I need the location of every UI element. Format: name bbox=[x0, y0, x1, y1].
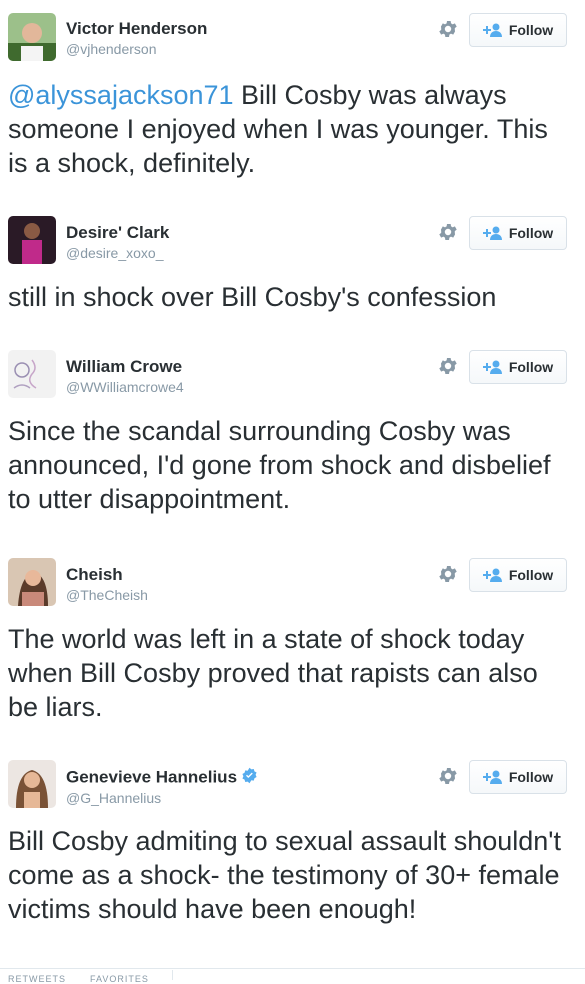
follow-label: Follow bbox=[508, 225, 554, 241]
gear-icon[interactable] bbox=[437, 221, 459, 243]
follow-button[interactable]: Follow bbox=[469, 350, 567, 384]
follow-label: Follow bbox=[508, 567, 554, 583]
avatar[interactable] bbox=[8, 760, 56, 808]
follow-label: Follow bbox=[508, 769, 554, 785]
user-name[interactable]: Cheish bbox=[66, 565, 123, 585]
follow-icon bbox=[482, 23, 502, 37]
follow-button[interactable]: Follow bbox=[469, 13, 567, 47]
user-name[interactable]: Victor Henderson bbox=[66, 19, 207, 39]
user-handle[interactable]: @G_Hannelius bbox=[66, 790, 161, 806]
follow-icon bbox=[482, 568, 502, 582]
follow-button[interactable]: Follow bbox=[469, 760, 567, 794]
mention-link[interactable]: @alyssajackson71 bbox=[8, 80, 234, 110]
gear-icon[interactable] bbox=[437, 18, 459, 40]
gear-icon[interactable] bbox=[437, 765, 459, 787]
tweet-text: Bill Cosby admiting to sexual assault sh… bbox=[8, 826, 561, 924]
footer-separator bbox=[172, 970, 173, 980]
user-name[interactable]: Genevieve Hannelius bbox=[66, 767, 258, 789]
user-handle[interactable]: @WWilliamcrowe4 bbox=[66, 379, 184, 395]
user-handle[interactable]: @TheCheish bbox=[66, 587, 148, 603]
favorites-label: FAVORITES bbox=[90, 974, 149, 984]
tweet-text: @alyssajackson71 Bill Cosby was always s… bbox=[8, 78, 573, 180]
tweet-text: The world was left in a state of shock t… bbox=[8, 624, 538, 722]
retweets-label: RETWEETS bbox=[8, 974, 67, 984]
verified-badge-icon bbox=[241, 767, 258, 789]
follow-button[interactable]: Follow bbox=[469, 216, 567, 250]
user-name-text: Genevieve Hannelius bbox=[66, 767, 238, 787]
tweet-text: still in shock over Bill Cosby's confess… bbox=[8, 282, 497, 312]
user-name[interactable]: Desire' Clark bbox=[66, 223, 169, 243]
avatar[interactable] bbox=[8, 350, 56, 398]
user-name[interactable]: William Crowe bbox=[66, 357, 182, 377]
gear-icon[interactable] bbox=[437, 355, 459, 377]
gear-icon[interactable] bbox=[437, 563, 459, 585]
follow-label: Follow bbox=[508, 359, 554, 375]
user-handle[interactable]: @vjhenderson bbox=[66, 41, 157, 57]
avatar[interactable] bbox=[8, 216, 56, 264]
avatar[interactable] bbox=[8, 558, 56, 606]
follow-icon bbox=[482, 360, 502, 374]
follow-button[interactable]: Follow bbox=[469, 558, 567, 592]
divider bbox=[0, 968, 585, 969]
tweet-text: Since the scandal surrounding Cosby was … bbox=[8, 416, 551, 514]
follow-icon bbox=[482, 770, 502, 784]
follow-label: Follow bbox=[508, 22, 554, 38]
user-handle[interactable]: @desire_xoxo_ bbox=[66, 245, 164, 261]
avatar[interactable] bbox=[8, 13, 56, 61]
follow-icon bbox=[482, 226, 502, 240]
